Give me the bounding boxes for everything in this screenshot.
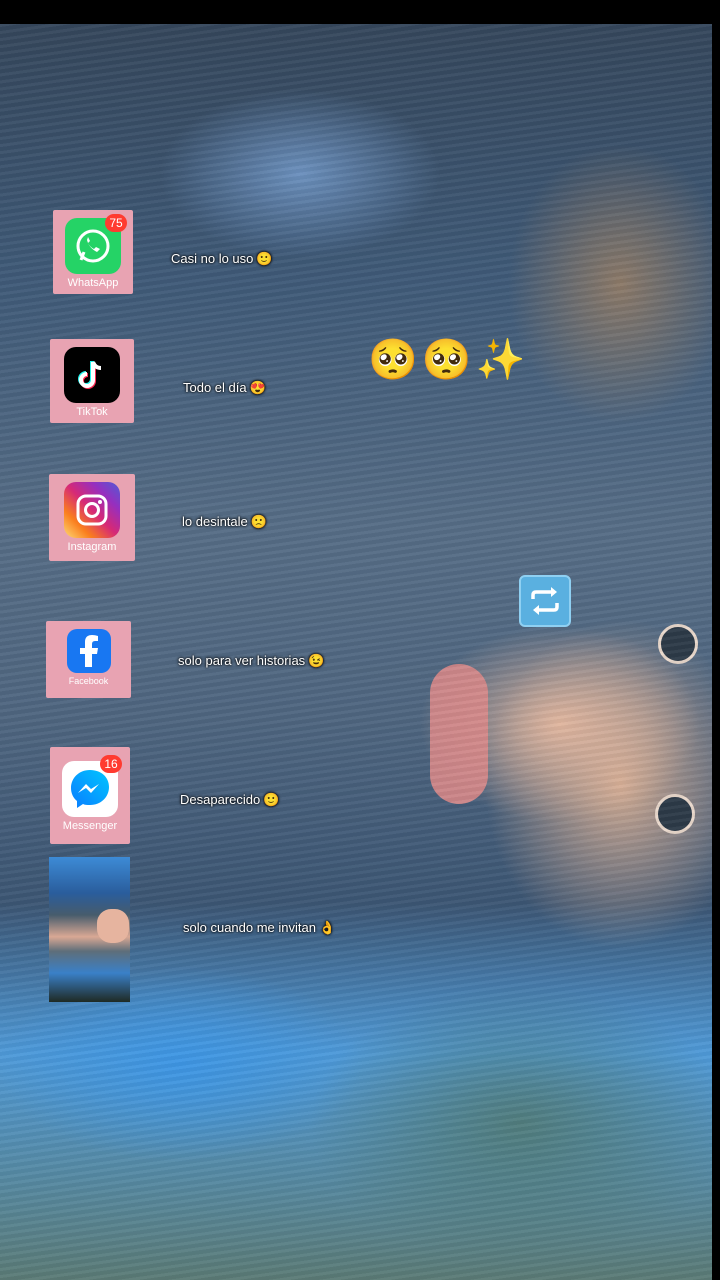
caption-instagram: lo desintale 🙁	[182, 514, 267, 530]
top-bar	[0, 0, 720, 24]
caption-emoji: 🙂	[263, 792, 280, 807]
caption-text: Casi no lo uso	[171, 251, 254, 266]
facebook-icon	[66, 629, 111, 673]
caption-text: Desaparecido	[180, 792, 261, 807]
caption-facebook: solo para ver historias 😉	[178, 653, 324, 669]
app-label: Instagram	[67, 541, 117, 553]
app-label: TikTok	[76, 406, 108, 418]
caption-text: solo para ver historias	[178, 653, 306, 668]
caption-thumbnail: solo cuando me invitan 👌	[183, 920, 335, 936]
caption-emoji: 😍	[249, 380, 266, 395]
tiktok-icon	[64, 347, 120, 403]
app-tile-whatsapp[interactable]: WhatsApp 75	[53, 210, 133, 294]
instagram-icon	[64, 482, 120, 538]
photo-lips	[430, 664, 488, 804]
app-label: Facebook	[68, 676, 109, 686]
app-tile-tiktok[interactable]: TikTok	[50, 339, 134, 423]
caption-text: lo desintale	[182, 514, 248, 529]
repeat-arrows-icon[interactable]	[519, 575, 571, 627]
caption-messenger: Desaparecido 🙂	[180, 792, 279, 808]
selfie-thumbnail[interactable]	[49, 857, 130, 1002]
app-tile-messenger[interactable]: Messenger 16	[50, 747, 130, 844]
app-tile-instagram[interactable]: Instagram	[49, 474, 135, 561]
caption-emoji: 👌	[318, 920, 336, 935]
app-label: WhatsApp	[67, 277, 119, 289]
caption-text: Todo el día	[183, 380, 247, 395]
photo-eye-bottom	[655, 794, 695, 834]
app-label: Messenger	[62, 820, 118, 832]
caption-emoji: 🙁	[250, 514, 267, 529]
caption-whatsapp: Casi no lo uso 🙂	[171, 251, 273, 267]
pleading-sparkles-emojis: 🥺🥺✨	[368, 338, 530, 382]
app-tile-facebook[interactable]: Facebook	[46, 621, 131, 698]
caption-tiktok: Todo el día 😍	[183, 380, 266, 396]
thumbnail-face	[97, 909, 129, 943]
caption-emoji: 🙂	[256, 251, 273, 266]
caption-text: solo cuando me invitan	[183, 920, 316, 935]
caption-emoji: 😉	[308, 653, 325, 668]
photo-eye-top	[658, 624, 698, 664]
notification-badge: 75	[105, 214, 127, 232]
notification-badge: 16	[100, 755, 122, 773]
